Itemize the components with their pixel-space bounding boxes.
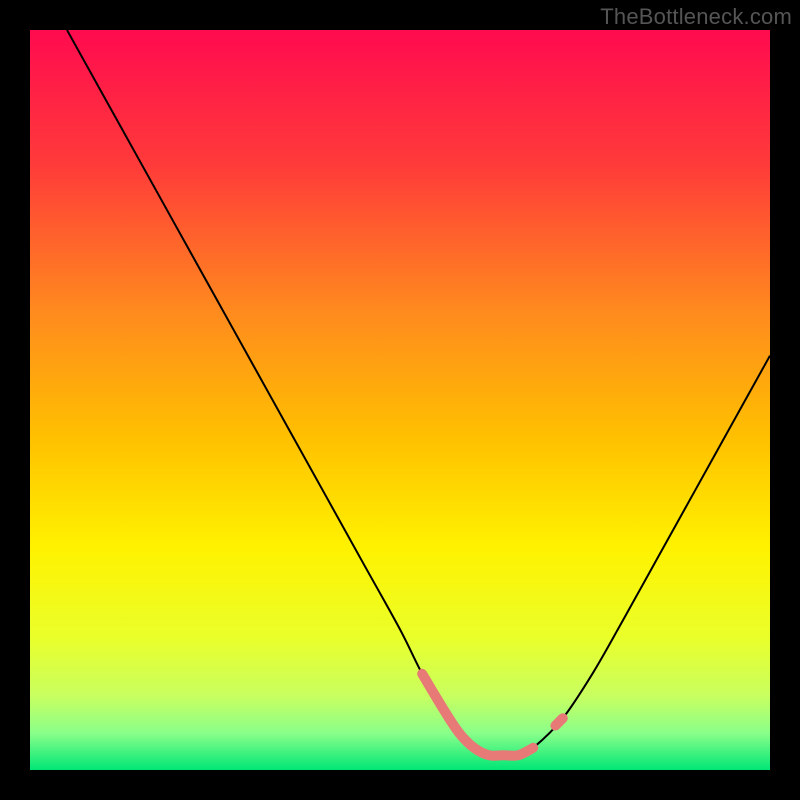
curve-layer <box>30 30 770 770</box>
series-mismatch-curve <box>67 30 770 756</box>
series-highlight-dot <box>555 718 562 725</box>
series-near-zero-highlight <box>422 674 533 756</box>
plot-area <box>30 30 770 770</box>
chart-frame: TheBottleneck.com <box>0 0 800 800</box>
watermark-text: TheBottleneck.com <box>600 4 792 30</box>
